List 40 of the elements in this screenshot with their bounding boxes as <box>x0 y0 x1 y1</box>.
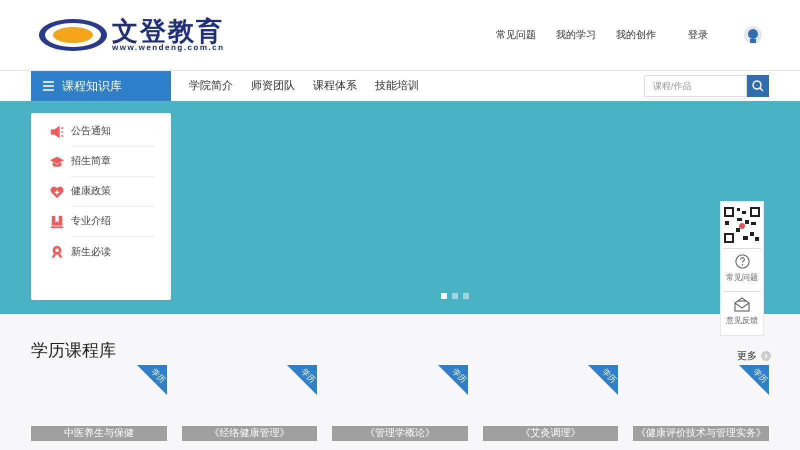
search-icon <box>752 80 764 92</box>
top-link[interactable]: 我的学习 <box>556 28 596 42</box>
menu-icon <box>43 81 54 91</box>
side-menu-item[interactable]: 公告通知 <box>71 117 154 147</box>
chevron-circle-icon <box>761 351 771 361</box>
side-menu-item[interactable]: 新生必读 <box>71 237 154 267</box>
nav-link[interactable]: 学院简介 <box>189 78 233 94</box>
side-menu-item[interactable]: 招生简章 <box>71 147 154 177</box>
top-link[interactable]: 我的创作 <box>616 28 656 42</box>
float-widget-link[interactable]: 常见问题 <box>723 248 761 287</box>
megaphone-icon <box>50 125 64 139</box>
search-button[interactable] <box>747 75 769 97</box>
nav-link[interactable]: 课程体系 <box>313 78 357 94</box>
course-tag: 学历 <box>287 364 318 394</box>
user-avatar-icon[interactable] <box>744 26 762 44</box>
envelope-icon <box>734 297 750 312</box>
heart-icon <box>50 185 64 199</box>
course-tag: 学历 <box>588 364 618 394</box>
qr-code-icon <box>723 206 761 244</box>
nav-link[interactable]: 技能培训 <box>375 78 419 94</box>
course-tag: 学历 <box>438 364 468 394</box>
book-icon <box>50 215 64 229</box>
logo-emblem-icon <box>38 18 108 52</box>
more-link[interactable]: 更多 <box>737 348 771 364</box>
side-menu-item[interactable]: 专业介绍 <box>71 207 154 237</box>
top-link[interactable]: 常见问题 <box>496 28 536 42</box>
logo-name: 文登教育 <box>112 18 224 44</box>
category-menu-button[interactable]: 课程知识库 <box>31 70 171 102</box>
course-tag: 学历 <box>136 364 167 394</box>
logo-url: www.wendeng.com.cn <box>112 44 224 52</box>
award-icon <box>50 245 64 259</box>
course-tag: 学历 <box>738 364 769 394</box>
graduation-cap-icon <box>50 155 64 169</box>
nav-link[interactable]: 师资团队 <box>251 78 295 94</box>
float-widget-link[interactable]: 意见反馈 <box>723 291 761 330</box>
search-field[interactable]: 课程/作品 <box>644 75 747 97</box>
help-icon <box>734 254 750 269</box>
section-title: 学历课程库 <box>31 340 116 362</box>
side-menu-item[interactable]: 健康政策 <box>71 177 154 207</box>
top-link[interactable]: 登录 <box>688 28 708 42</box>
